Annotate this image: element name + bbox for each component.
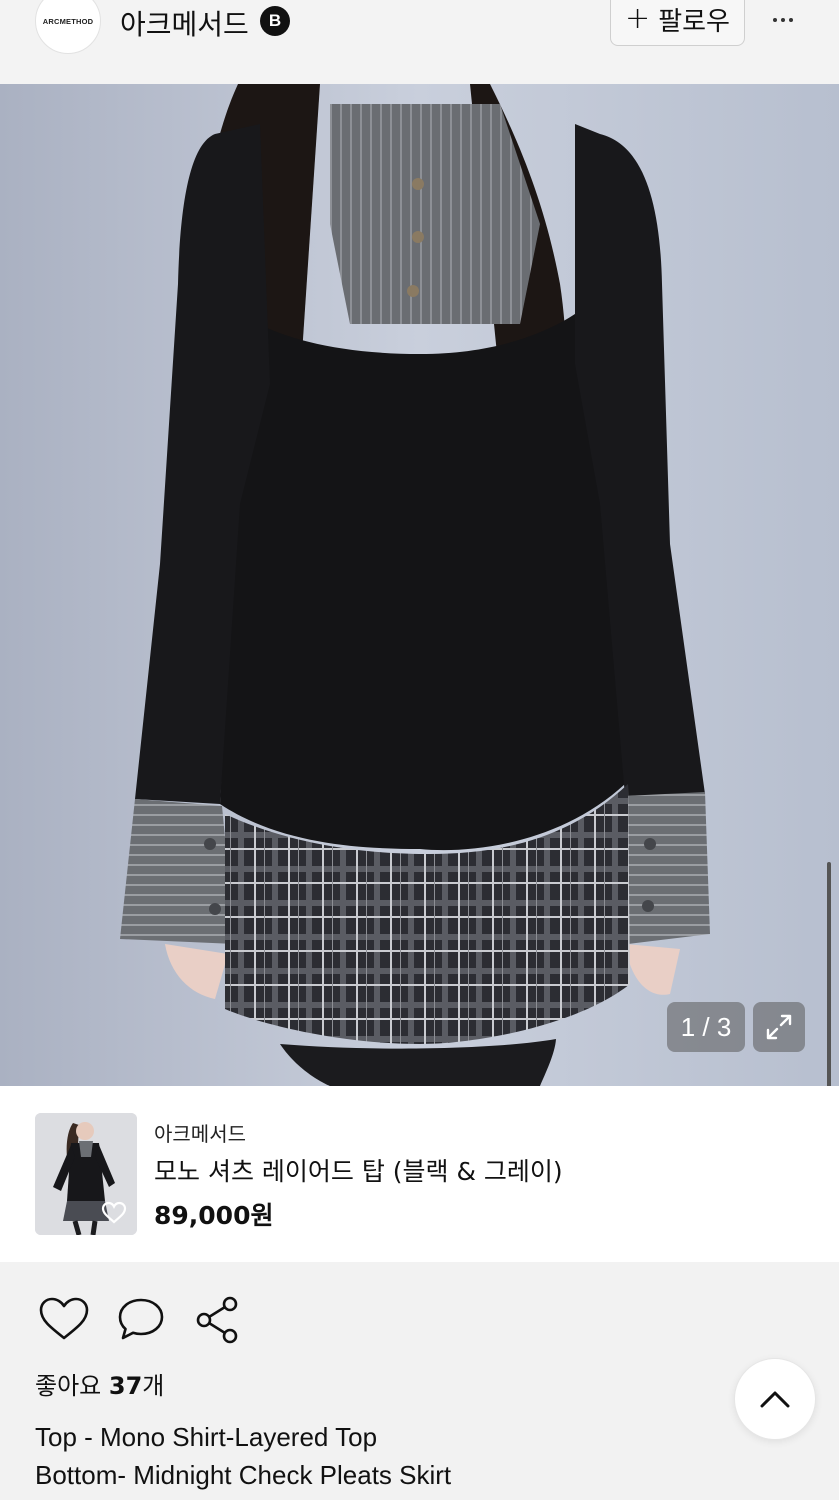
post-description-line: Bottom- Midnight Check Pleats Skirt [35,1460,452,1490]
follow-label: 팔로우 [658,6,730,37]
product-photo[interactable]: 1 / 3 [0,84,839,1086]
more-horizontal-icon[interactable] [760,2,806,38]
brand-avatar[interactable]: ARCMETHOD [35,0,101,54]
brand-avatar-text: ARCMETHOD [42,16,94,26]
likes-prefix: 좋아요 [35,1372,109,1400]
wishlist-heart-icon[interactable] [101,1201,127,1225]
post-actions: 좋아요 37개 Top - Mono Shirt-Layered Top Bot… [0,1262,839,1500]
product-thumbnail[interactable] [35,1113,137,1235]
image-counter: 1 / 3 [667,1002,745,1052]
post-description-line: Top - Mono Shirt-Layered Top [35,1422,378,1452]
share-icon[interactable] [194,1296,240,1344]
scroll-to-top-button[interactable] [734,1358,816,1440]
plus-icon: + [625,1,651,36]
comment-icon[interactable] [116,1296,166,1342]
brand-badge-icon: B [260,6,290,36]
likes-number: 37 [108,1372,143,1400]
chevron-up-icon [760,1391,790,1408]
expand-icon[interactable] [753,1002,805,1052]
heart-icon[interactable] [38,1296,90,1342]
product-name[interactable]: 모노 셔츠 레이어드 탑 (블랙 & 그레이) [154,1152,563,1188]
brand-name[interactable]: 아크메서드 [120,3,249,43]
profile-header: ARCMETHOD 아크메서드 B + 팔로우 [0,0,839,84]
tagged-product-card[interactable]: 아크메서드 모노 셔츠 레이어드 탑 (블랙 & 그레이) 89,000원 [0,1086,839,1262]
follow-button[interactable]: + 팔로우 [610,0,745,46]
likes-suffix: 개 [142,1372,165,1400]
model-photo-illustration [0,84,839,1086]
scrollbar[interactable] [827,862,831,1094]
product-price: 89,000원 [154,1201,274,1230]
likes-count[interactable]: 좋아요 37개 [35,1366,164,1401]
product-brand[interactable]: 아크메서드 [154,1118,246,1147]
